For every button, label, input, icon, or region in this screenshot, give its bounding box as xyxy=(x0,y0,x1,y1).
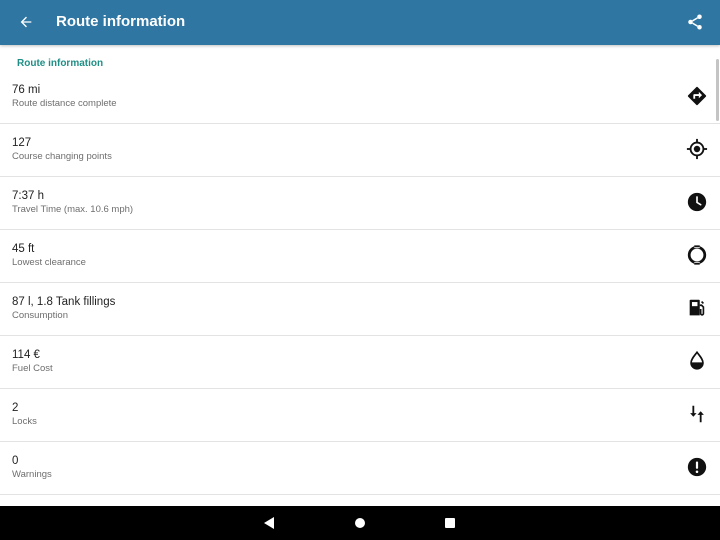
clock-icon xyxy=(687,192,707,212)
consumption-label: Consumption xyxy=(12,310,68,321)
nav-home-circle-icon xyxy=(355,518,365,528)
crosshair-target-icon xyxy=(686,138,708,160)
nav-recents-square-icon xyxy=(445,518,455,528)
locks-value: 2 xyxy=(12,402,19,414)
page-title: Route information xyxy=(56,13,186,30)
consumption-value: 87 l, 1.8 Tank fillings xyxy=(12,296,116,308)
nav-home-button[interactable] xyxy=(350,513,370,533)
warnings-label: Warnings xyxy=(12,469,52,480)
back-button[interactable] xyxy=(12,8,40,36)
section-header: Route information xyxy=(17,58,104,69)
nav-recents-button[interactable] xyxy=(440,513,460,533)
list-item-course-changing-points[interactable]: 127 Course changing points xyxy=(0,124,720,177)
route-information-screen: Route information Route information 76 m… xyxy=(0,0,720,540)
clearance-circle-icon xyxy=(687,245,707,265)
travel-time-label: Travel Time (max. 10.6 mph) xyxy=(12,204,134,215)
share-button[interactable] xyxy=(682,9,708,35)
course-changing-points-label: Course changing points xyxy=(12,151,112,162)
list-item-lowest-clearance[interactable]: 45 ft Lowest clearance xyxy=(0,230,720,283)
travel-time-value: 7:37 h xyxy=(12,190,44,202)
nav-back-button[interactable] xyxy=(259,513,279,533)
warnings-value: 0 xyxy=(12,455,19,467)
fuel-drop-icon xyxy=(690,350,704,370)
arrow-back-icon xyxy=(20,16,32,28)
locks-label: Locks xyxy=(12,416,37,427)
fuel-pump-icon xyxy=(689,299,705,316)
nav-back-triangle-icon xyxy=(264,517,274,529)
route-distance-label: Route distance complete xyxy=(12,98,117,109)
fuel-cost-label: Fuel Cost xyxy=(12,363,53,374)
list-item-fuel-cost[interactable]: 114 € Fuel Cost xyxy=(0,336,720,389)
app-bar: Route information xyxy=(0,0,720,45)
scrollbar[interactable] xyxy=(716,59,719,121)
lowest-clearance-label: Lowest clearance xyxy=(12,257,86,268)
route-info-content[interactable]: Route information 76 mi Route distance c… xyxy=(0,45,720,506)
lowest-clearance-value: 45 ft xyxy=(12,243,35,255)
warning-icon xyxy=(687,457,707,477)
share-icon xyxy=(688,14,702,30)
list-item-travel-time[interactable]: 7:37 h Travel Time (max. 10.6 mph) xyxy=(0,177,720,230)
list-item-route-distance[interactable]: 76 mi Route distance complete xyxy=(0,71,720,124)
route-info-list: 76 mi Route distance complete 127 Course… xyxy=(0,71,720,495)
turn-right-diamond-icon xyxy=(687,86,707,106)
system-navigation-bar xyxy=(0,506,720,540)
fuel-cost-value: 114 € xyxy=(12,349,40,361)
list-item-locks[interactable]: 2 Locks xyxy=(0,389,720,442)
lock-arrows-icon xyxy=(690,405,704,423)
list-item-warnings[interactable]: 0 Warnings xyxy=(0,442,720,495)
course-changing-points-value: 127 xyxy=(12,137,32,149)
list-item-consumption[interactable]: 87 l, 1.8 Tank fillings Consumption xyxy=(0,283,720,336)
route-distance-value: 76 mi xyxy=(12,84,41,96)
